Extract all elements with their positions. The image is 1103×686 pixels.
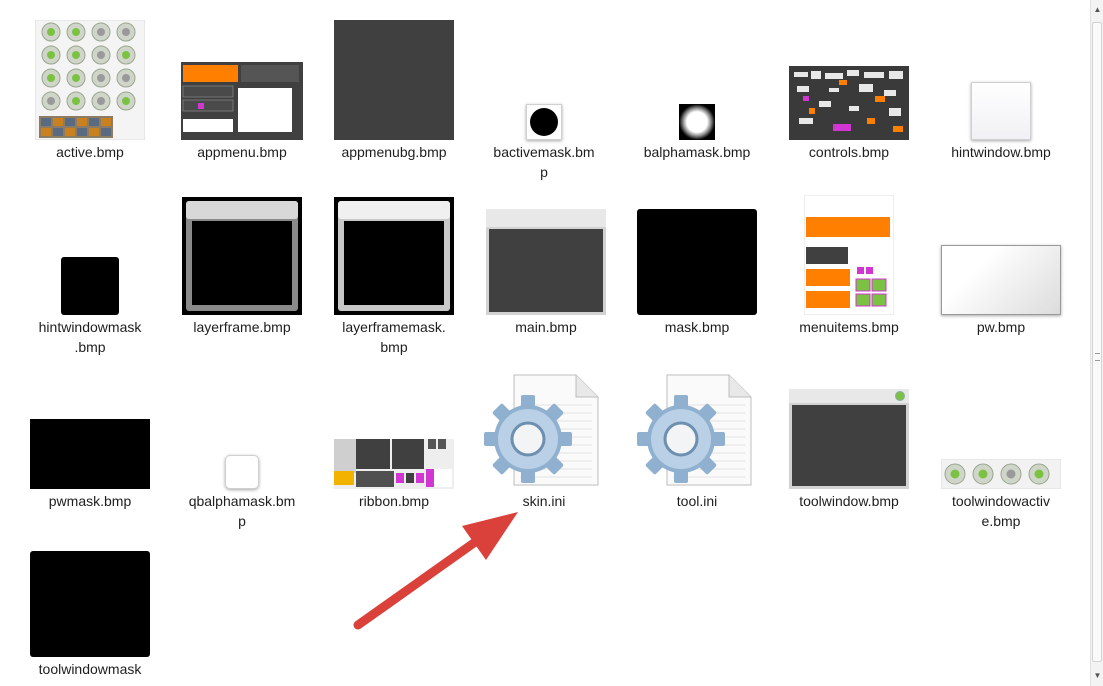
image-thumbnail-icon xyxy=(779,190,919,315)
file-name: hintwindowmask .bmp xyxy=(38,319,142,355)
file-name: ribbon.bmp xyxy=(358,493,430,509)
image-thumbnail-icon xyxy=(474,15,614,140)
file-name: layerframemask. bmp xyxy=(342,319,446,355)
image-thumbnail-icon xyxy=(324,364,464,489)
image-thumbnail-icon xyxy=(476,190,616,315)
file-name: layerframe.bmp xyxy=(193,319,291,335)
file-grid: active.bmp appmenu.bmp appmenubg.bmp bac… xyxy=(0,0,1090,686)
image-thumbnail-icon xyxy=(627,190,767,315)
image-thumbnail-icon xyxy=(627,15,767,140)
file-name: toolwindowmask xyxy=(38,661,142,677)
settings-file-icon xyxy=(627,364,767,489)
image-thumbnail-icon xyxy=(172,364,312,489)
image-thumbnail-icon xyxy=(172,190,312,315)
scrollbar-thumb[interactable] xyxy=(1092,22,1102,662)
file-name: tool.ini xyxy=(676,493,718,509)
settings-file-icon xyxy=(474,364,614,489)
file-name: main.bmp xyxy=(515,319,577,335)
file-name: controls.bmp xyxy=(808,144,890,160)
scroll-up-icon[interactable]: ▲ xyxy=(1091,2,1103,18)
file-name: toolwindow.bmp xyxy=(799,493,899,509)
scroll-down-icon[interactable]: ▼ xyxy=(1091,668,1103,684)
file-name: appmenu.bmp xyxy=(197,144,287,160)
image-thumbnail-icon xyxy=(931,190,1071,315)
image-thumbnail-icon xyxy=(324,190,464,315)
image-thumbnail-icon xyxy=(20,364,160,489)
image-thumbnail-icon xyxy=(20,532,160,657)
image-thumbnail-icon xyxy=(20,190,160,315)
image-thumbnail-icon xyxy=(779,15,919,140)
file-name: appmenubg.bmp xyxy=(341,144,447,160)
file-name: mask.bmp xyxy=(664,319,730,335)
file-name: balphamask.bmp xyxy=(643,144,751,160)
file-name: skin.ini xyxy=(522,493,566,509)
file-name: active.bmp xyxy=(56,144,124,160)
file-name: toolwindowactiv e.bmp xyxy=(951,493,1051,529)
file-name: bactivemask.bm p xyxy=(493,144,595,180)
grip-icon xyxy=(1095,353,1100,361)
image-thumbnail-icon xyxy=(931,15,1071,140)
image-thumbnail-icon xyxy=(172,15,312,140)
file-name: pwmask.bmp xyxy=(48,493,132,509)
file-name: pw.bmp xyxy=(976,319,1026,335)
image-thumbnail-icon xyxy=(20,15,160,140)
image-thumbnail-icon xyxy=(779,364,919,489)
file-name: hintwindow.bmp xyxy=(951,144,1051,160)
vertical-scrollbar[interactable]: ▲ ▼ xyxy=(1090,0,1103,686)
file-name: qbalphamask.bm p xyxy=(188,493,296,529)
file-name: menuitems.bmp xyxy=(799,319,899,335)
image-thumbnail-icon xyxy=(324,15,464,140)
image-thumbnail-icon xyxy=(931,364,1071,489)
